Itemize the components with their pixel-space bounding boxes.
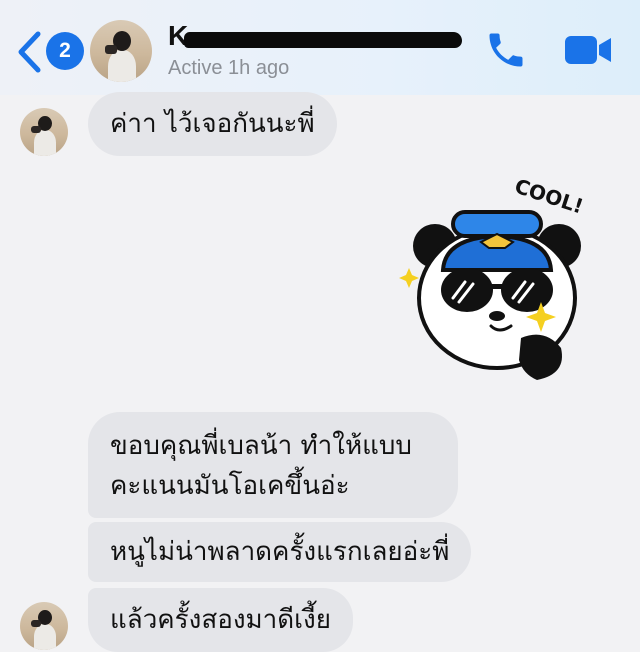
- sender-avatar[interactable]: [20, 108, 68, 156]
- message-text: หนูไม่น่าพลาดครั้งแรกเลยอ่ะพี่: [110, 537, 450, 567]
- audio-call-button[interactable]: [484, 28, 528, 72]
- video-camera-icon: [565, 36, 611, 64]
- message-text-line: คะแนนมันโอเคขึ้นอ่ะ: [110, 471, 350, 501]
- message-bubble[interactable]: ค่าา ไว้เจอกันนะพี่: [88, 92, 337, 156]
- message-text: แล้วครั้งสองมาดีเงี้ย: [110, 605, 331, 635]
- panda-sticker[interactable]: COOL!: [395, 178, 595, 386]
- message-bubble[interactable]: ขอบคุณพี่เบลน้า ทำให้แบบ คะแนนมันโอเคขึ้…: [88, 412, 458, 518]
- message-bubble[interactable]: หนูไม่น่าพลาดครั้งแรกเลยอ่ะพี่: [88, 522, 472, 582]
- chat-header: 2 K Active 1h ago: [0, 0, 640, 95]
- back-button[interactable]: 2: [14, 30, 84, 74]
- contact-avatar[interactable]: [90, 20, 152, 82]
- message-bubble[interactable]: แล้วครั้งสองมาดีเงี้ย: [88, 588, 353, 652]
- active-status: Active 1h ago: [168, 57, 290, 79]
- unread-count-badge: 2: [46, 32, 84, 70]
- contact-name[interactable]: K: [168, 20, 462, 52]
- video-call-button[interactable]: [562, 30, 614, 70]
- chevron-left-icon: [18, 31, 41, 73]
- message-text: ค่าา ไว้เจอกันนะพี่: [110, 109, 315, 139]
- name-redaction: [184, 32, 462, 48]
- phone-icon: [489, 33, 523, 67]
- sender-avatar[interactable]: [20, 602, 68, 650]
- message-text-line: ขอบคุณพี่เบลน้า ทำให้แบบ: [110, 431, 412, 461]
